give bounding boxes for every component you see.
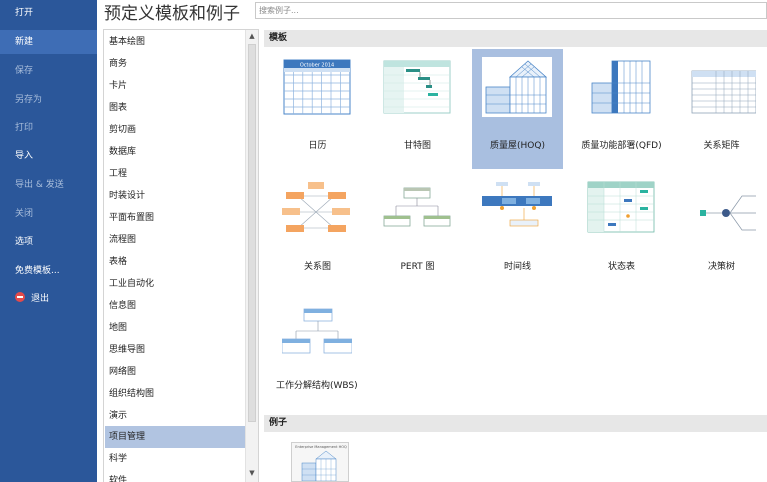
category-item[interactable]: 表格 — [105, 251, 245, 273]
template-gallery: 模板 October 2014 日历 甘特图 质量屋(HOQ) 质量功能部署(Q… — [264, 29, 767, 482]
nav-save-as[interactable]: 另存为 — [0, 88, 97, 112]
category-item[interactable]: 流程图 — [105, 229, 245, 251]
decision-tree-thumbnail-icon — [700, 195, 756, 231]
page-title: 预定义模板和例子 — [104, 4, 240, 24]
template-status-table[interactable]: 状态表 — [576, 170, 667, 290]
template-label: 日历 — [308, 141, 327, 151]
template-gantt[interactable]: 甘特图 — [372, 49, 463, 169]
scroll-up-icon[interactable]: ▲ — [246, 30, 258, 42]
examples-section-header: 例子 — [264, 415, 767, 432]
category-item[interactable]: 科学 — [105, 448, 245, 470]
example-hoq-thumbnail-icon: Enterprise Management HOQ — [295, 445, 347, 481]
category-item[interactable]: 平面布置图 — [105, 207, 245, 229]
nav-close[interactable]: 关闭 — [0, 202, 97, 226]
calendar-month-label: October 2014 — [300, 63, 334, 69]
nav-options[interactable]: 选项 — [0, 230, 97, 254]
template-timeline[interactable]: 时间线 — [472, 170, 563, 290]
nav-import[interactable]: 导入 — [0, 144, 97, 168]
category-item[interactable]: 组织结构图 — [105, 383, 245, 405]
category-item-selected[interactable]: 项目管理 — [105, 426, 245, 448]
category-item[interactable]: 时装设计 — [105, 185, 245, 207]
scroll-down-icon[interactable]: ▼ — [246, 467, 258, 479]
timeline-thumbnail-icon — [482, 182, 552, 227]
template-calendar[interactable]: October 2014 日历 — [272, 49, 363, 169]
template-label: 质量功能部署(QFD) — [581, 141, 662, 151]
category-item[interactable]: 商务 — [105, 53, 245, 75]
example-thumb-title: Enterprise Management HOQ — [295, 445, 347, 449]
status-table-thumbnail-icon — [587, 181, 655, 233]
scrollbar-thumb[interactable] — [248, 44, 256, 422]
category-item[interactable]: 卡片 — [105, 75, 245, 97]
category-item[interactable]: 工业自动化 — [105, 273, 245, 295]
nav-print[interactable]: 打印 — [0, 116, 97, 140]
template-label: 质量屋(HOQ) — [490, 141, 545, 151]
template-decision-tree[interactable]: 决策树 — [676, 170, 767, 290]
relation-matrix-thumbnail-icon — [691, 70, 756, 114]
example-hoq-thumbnail[interactable]: Enterprise Management HOQ — [291, 442, 349, 482]
nav-exit-label: 退出 — [31, 294, 50, 304]
template-label: 时间线 — [503, 262, 531, 272]
template-label: PERT 图 — [400, 262, 435, 272]
template-label: 关系图 — [303, 262, 331, 272]
category-item[interactable]: 网络图 — [105, 361, 245, 383]
category-item[interactable]: 软件 — [105, 470, 245, 482]
templates-section-header: 模板 — [264, 30, 767, 47]
template-wbs[interactable] — [272, 291, 363, 371]
qfd-thumbnail-icon — [591, 60, 651, 114]
template-qfd[interactable]: 质量功能部署(QFD) — [576, 49, 667, 169]
category-item[interactable]: 演示 — [105, 405, 245, 427]
template-label: 关系矩阵 — [703, 141, 740, 151]
nav-export-send[interactable]: 导出 & 发送 — [0, 173, 97, 197]
nav-new[interactable]: 新建 — [0, 30, 97, 54]
backstage-nav: 打开 新建 保存 另存为 打印 导入 导出 & 发送 关闭 选项 免费模板...… — [0, 0, 97, 482]
relation-diagram-thumbnail-icon — [282, 182, 350, 232]
category-list: 基本绘图 商务 卡片 图表 剪切画 数据库 工程 时装设计 平面布置图 流程图 … — [103, 29, 259, 482]
category-item[interactable]: 地图 — [105, 317, 245, 339]
template-pert[interactable]: PERT 图 — [372, 170, 463, 290]
category-item[interactable]: 基本绘图 — [105, 31, 245, 53]
template-hoq[interactable]: 质量屋(HOQ) — [472, 49, 563, 169]
search-input[interactable] — [255, 2, 767, 19]
nav-exit[interactable]: 退出 — [0, 287, 97, 311]
category-scrollbar[interactable]: ▲ ▼ — [245, 30, 258, 482]
template-label: 状态表 — [607, 262, 635, 272]
app-window: 打开 新建 保存 另存为 打印 导入 导出 & 发送 关闭 选项 免费模板...… — [0, 0, 767, 482]
pert-thumbnail-icon — [383, 187, 451, 227]
template-label: 决策树 — [707, 262, 735, 272]
calendar-thumbnail-icon: October 2014 — [283, 59, 351, 115]
template-relation-diagram[interactable]: 关系图 — [272, 170, 363, 290]
category-item[interactable]: 数据库 — [105, 141, 245, 163]
exit-icon — [15, 292, 25, 302]
nav-free-templates[interactable]: 免费模板... — [0, 259, 97, 283]
nav-open[interactable]: 打开 — [0, 1, 97, 25]
template-label: 甘特图 — [403, 141, 431, 151]
gantt-thumbnail-icon — [383, 60, 451, 114]
category-item[interactable]: 剪切画 — [105, 119, 245, 141]
template-relation-matrix[interactable]: 关系矩阵 — [676, 49, 767, 169]
category-item[interactable]: 工程 — [105, 163, 245, 185]
nav-save[interactable]: 保存 — [0, 59, 97, 83]
category-item[interactable]: 信息图 — [105, 295, 245, 317]
wbs-thumbnail-icon — [282, 308, 352, 354]
category-item[interactable]: 思维导图 — [105, 339, 245, 361]
house-of-quality-thumbnail-icon — [482, 57, 552, 117]
category-item[interactable]: 图表 — [105, 97, 245, 119]
template-label: 工作分解结构(WBS) — [276, 381, 358, 391]
